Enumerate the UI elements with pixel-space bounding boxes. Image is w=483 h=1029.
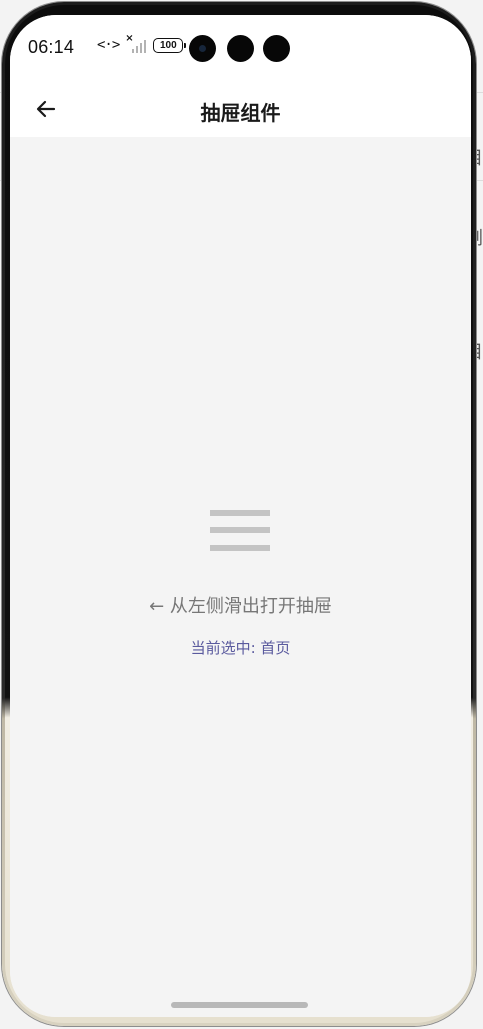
- selection-label: 当前选中:: [190, 639, 261, 657]
- battery-level: 100: [159, 39, 177, 51]
- battery-icon: 100: [153, 37, 187, 53]
- phone-frame: 06:14 <·> × 100 抽屉组件 ← 从左侧滑出打开抽屉 当前选中: 首…: [2, 2, 476, 1026]
- home-indicator[interactable]: [171, 1002, 308, 1008]
- hamburger-menu-icon: [210, 510, 270, 552]
- status-time: 06:14: [28, 37, 75, 57]
- drawer-content-area[interactable]: ← 从左侧滑出打开抽屉 当前选中: 首页: [10, 137, 471, 1017]
- sensor-icon: [263, 35, 290, 62]
- status-icons: <·> × 100: [97, 33, 187, 53]
- phone-screen: 06:14 <·> × 100 抽屉组件 ← 从左侧滑出打开抽屉 当前选中: 首…: [10, 15, 471, 1017]
- data-transfer-icon: <·>: [97, 37, 120, 53]
- signal-no-service-icon: ×: [125, 33, 147, 53]
- front-camera-icon: [189, 35, 216, 62]
- status-bar: 06:14 <·> × 100: [10, 15, 471, 81]
- selection-value: 首页: [260, 639, 291, 657]
- current-selection: 当前选中: 首页: [10, 637, 471, 658]
- page-title: 抽屉组件: [200, 101, 281, 125]
- sensor-icon: [227, 35, 254, 62]
- swipe-hint-text: ← 从左侧滑出打开抽屉: [149, 596, 332, 617]
- nav-bar: 抽屉组件: [10, 81, 471, 137]
